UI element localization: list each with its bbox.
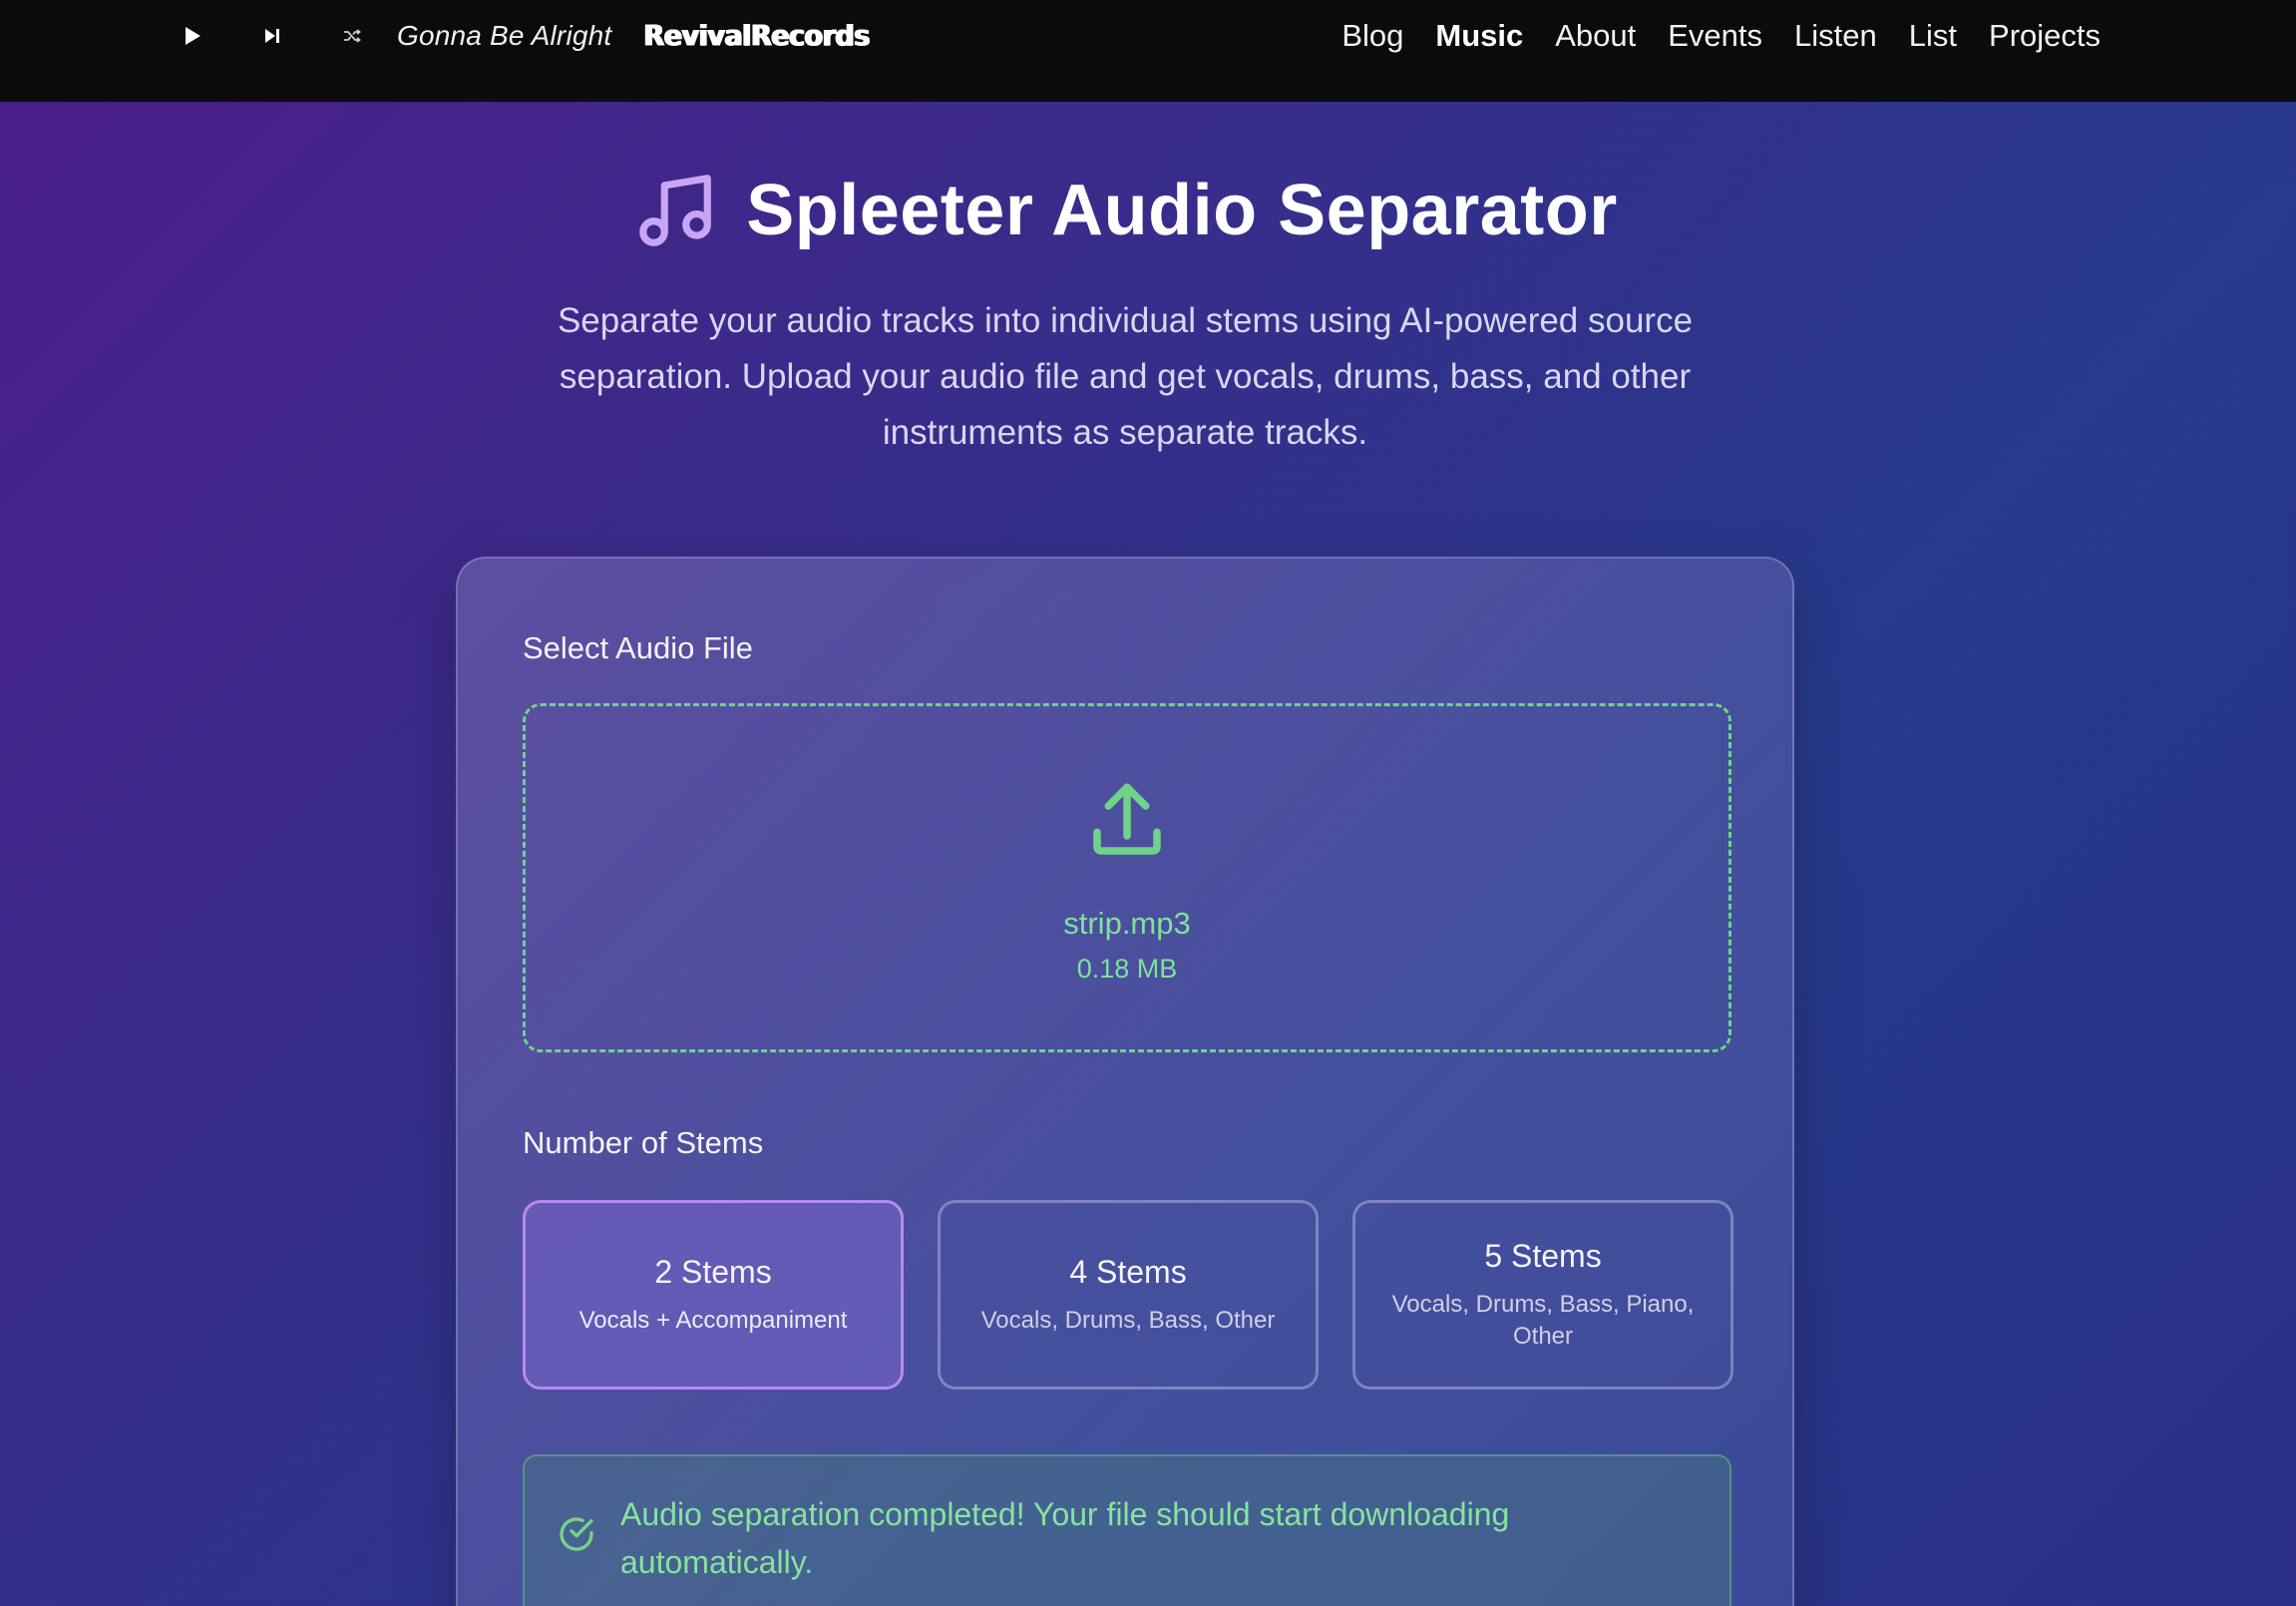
main-nav: Blog Music About Events Listen List Proj… bbox=[1341, 0, 2101, 72]
success-alert: Audio separation completed! Your file sh… bbox=[523, 1454, 1731, 1606]
stem-option-4[interactable]: 4 Stems Vocals, Drums, Bass, Other bbox=[938, 1200, 1319, 1390]
stem-option-desc: Vocals, Drums, Bass, Other bbox=[980, 1306, 1276, 1334]
skip-next-button[interactable] bbox=[257, 21, 287, 51]
separator-card: Select Audio File strip.mp3 0.18 MB Numb… bbox=[456, 557, 1794, 1606]
brand-logo[interactable]: RevivalRecords bbox=[643, 20, 870, 53]
file-select-label: Select Audio File bbox=[523, 630, 753, 665]
stem-option-title: 4 Stems bbox=[1069, 1253, 1187, 1290]
shuffle-icon bbox=[344, 29, 361, 43]
stems-label: Number of Stems bbox=[523, 1125, 764, 1160]
nav-item-music[interactable]: Music bbox=[1435, 18, 1523, 54]
page-subtitle: Separate your audio tracks into individu… bbox=[557, 301, 1694, 452]
music-note-icon bbox=[639, 175, 712, 246]
stem-option-title: 2 Stems bbox=[654, 1253, 772, 1290]
stem-options: 2 Stems Vocals + Accompaniment 4 Stems V… bbox=[523, 1200, 1733, 1390]
now-playing-title[interactable]: Gonna Be Alright bbox=[397, 20, 611, 52]
check-circle-icon bbox=[560, 1517, 593, 1551]
nav-item-about[interactable]: About bbox=[1555, 18, 1636, 54]
page-header: Spleeter Audio Separator bbox=[0, 168, 2250, 253]
skip-next-icon bbox=[265, 29, 279, 43]
stem-option-2[interactable]: 2 Stems Vocals + Accompaniment bbox=[523, 1200, 904, 1390]
stem-option-desc: Vocals, Drums, Bass, Piano, Other bbox=[1391, 1290, 1695, 1350]
selected-file-size: 0.18 MB bbox=[1076, 954, 1178, 984]
selected-file-name: strip.mp3 bbox=[1063, 906, 1191, 941]
stem-option-title: 5 Stems bbox=[1484, 1237, 1602, 1274]
page-title: Spleeter Audio Separator bbox=[746, 171, 1618, 250]
nav-item-events[interactable]: Events bbox=[1668, 18, 1762, 54]
shuffle-button[interactable] bbox=[337, 21, 367, 51]
mini-player: Gonna Be Alright RevivalRecords bbox=[178, 0, 870, 72]
nav-item-list[interactable]: List bbox=[1909, 18, 1957, 54]
success-message: Audio separation completed! Your file sh… bbox=[620, 1496, 1510, 1580]
upload-icon bbox=[1093, 783, 1161, 855]
play-icon bbox=[186, 27, 200, 45]
top-bar: Gonna Be Alright RevivalRecords Blog Mus… bbox=[0, 0, 2296, 102]
stem-option-5[interactable]: 5 Stems Vocals, Drums, Bass, Piano, Othe… bbox=[1352, 1200, 1733, 1390]
nav-item-listen[interactable]: Listen bbox=[1794, 18, 1877, 54]
nav-item-blog[interactable]: Blog bbox=[1341, 18, 1403, 54]
nav-item-projects[interactable]: Projects bbox=[1989, 18, 2101, 54]
file-dropzone[interactable]: strip.mp3 0.18 MB bbox=[523, 703, 1731, 1052]
stem-option-desc: Vocals + Accompaniment bbox=[578, 1306, 848, 1334]
play-button[interactable] bbox=[178, 21, 207, 51]
